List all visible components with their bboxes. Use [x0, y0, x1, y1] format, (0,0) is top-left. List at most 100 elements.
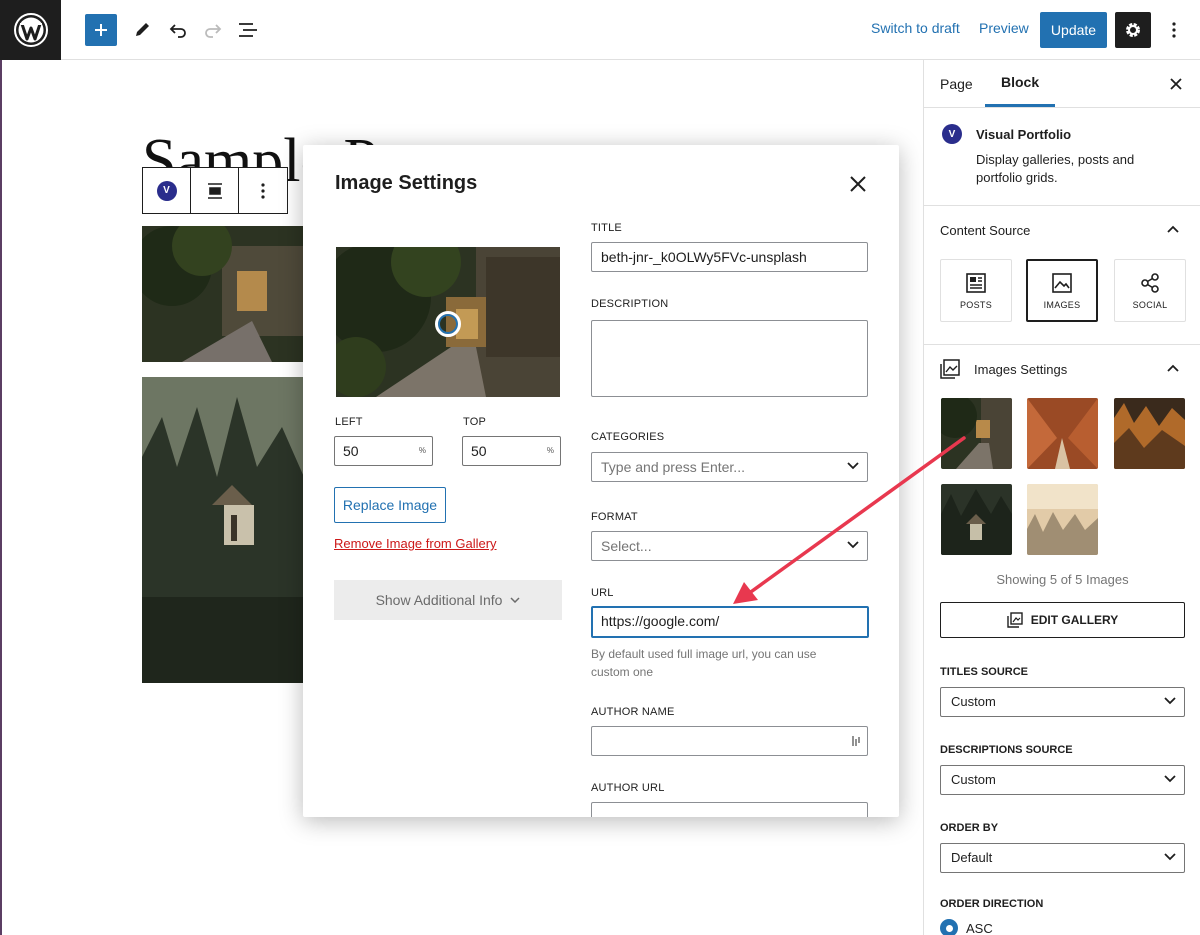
title-label: TITLE [591, 222, 622, 234]
undo-button[interactable] [162, 14, 194, 46]
categories-label: CATEGORIES [591, 431, 665, 443]
settings-sidebar: Page Block V Visual Portfolio Display ga… [923, 60, 1200, 935]
title-input[interactable]: beth-jnr-_k0OLWy5FVc-unsplash [591, 242, 868, 272]
chevron-down-icon [847, 541, 859, 549]
source-posts-button[interactable]: POSTS [940, 259, 1012, 322]
redo-button[interactable] [197, 14, 229, 46]
images-count-text: Showing 5 of 5 Images [996, 572, 1129, 587]
top-unit: % [546, 446, 554, 455]
show-additional-info-button[interactable]: Show Additional Info [334, 580, 562, 620]
focal-point-handle[interactable] [435, 311, 461, 337]
edit-gallery-label: EDIT GALLERY [1030, 613, 1119, 627]
chevron-up-icon[interactable] [1167, 364, 1179, 372]
descriptions-source-select[interactable]: Custom [940, 765, 1185, 795]
block-description: Display galleries, posts and portfolio g… [976, 152, 1135, 185]
gallery-thumb-1[interactable] [941, 398, 1012, 469]
images-icon [1052, 272, 1072, 293]
admin-edge [0, 60, 2, 935]
chevron-up-icon[interactable] [1167, 225, 1179, 233]
settings-button[interactable] [1115, 12, 1151, 48]
preview-link[interactable]: Preview [979, 20, 1029, 36]
edit-gallery-button[interactable]: EDIT GALLERY [940, 602, 1185, 638]
align-center-icon [207, 182, 222, 199]
close-modal-button[interactable] [843, 169, 873, 199]
block-options-button[interactable] [239, 168, 287, 213]
focal-point-picker[interactable] [336, 247, 560, 397]
divider [924, 344, 1200, 345]
options-button[interactable] [1158, 14, 1190, 46]
divider [924, 107, 1200, 108]
replace-image-button[interactable]: Replace Image [334, 487, 446, 523]
images-settings-icon [940, 359, 960, 379]
block-name: Visual Portfolio [976, 127, 1072, 142]
author-name-input[interactable] [591, 726, 868, 756]
url-label: URL [591, 587, 614, 599]
top-label: TOP [463, 416, 487, 428]
gallery-image-2[interactable] [142, 377, 304, 683]
description-label: DESCRIPTION [591, 298, 669, 310]
close-icon [1170, 78, 1182, 90]
format-value: Select... [601, 538, 652, 554]
source-posts-label: POSTS [959, 299, 992, 310]
titles-source-select[interactable]: Custom [940, 687, 1185, 717]
chevron-down-icon [847, 462, 859, 470]
order-by-label: ORDER BY [940, 822, 999, 834]
order-asc-label: ASC [966, 921, 993, 935]
images-settings-heading[interactable]: Images Settings [974, 362, 1067, 377]
wordpress-logo-icon[interactable] [0, 0, 61, 60]
gallery-thumb-2[interactable] [1027, 398, 1098, 469]
chevron-down-icon [1164, 853, 1176, 861]
url-help-text: By default used full image url, you can … [591, 647, 817, 679]
gallery-thumb-5[interactable] [1027, 484, 1098, 555]
top-input[interactable]: 50 % [462, 436, 561, 466]
source-images-label: IMAGES [1043, 299, 1081, 310]
redo-icon [205, 24, 222, 38]
block-type-button[interactable]: V [143, 168, 191, 213]
close-sidebar-button[interactable] [1164, 72, 1188, 96]
undo-icon [169, 24, 186, 38]
description-textarea[interactable] [591, 320, 868, 397]
left-unit: % [418, 446, 426, 455]
switch-to-draft-link[interactable]: Switch to draft [871, 20, 960, 36]
posts-icon [966, 272, 986, 293]
titles-source-value: Custom [951, 694, 996, 709]
top-toolbar: Switch to draft Preview Update [0, 0, 1200, 60]
visual-portfolio-icon: V [156, 180, 177, 201]
gallery-icon [1007, 612, 1023, 628]
gear-icon [1126, 23, 1140, 37]
order-by-select[interactable]: Default [940, 843, 1185, 873]
order-asc-radio[interactable] [940, 919, 958, 935]
gallery-image-1[interactable] [142, 226, 304, 362]
content-source-heading[interactable]: Content Source [940, 223, 1030, 238]
gallery-thumb-3[interactable] [1114, 398, 1185, 469]
align-button[interactable] [191, 168, 239, 213]
author-url-label: AUTHOR URL [591, 782, 665, 794]
format-select[interactable]: Select... [591, 531, 868, 561]
source-social-label: SOCIAL [1132, 299, 1168, 310]
divider [924, 205, 1200, 206]
categories-placeholder: Type and press Enter... [601, 459, 745, 475]
source-social-button[interactable]: SOCIAL [1114, 259, 1186, 322]
left-input[interactable]: 50 % [334, 436, 433, 466]
tab-page[interactable]: Page [940, 60, 973, 107]
update-button[interactable]: Update [1040, 12, 1107, 48]
block-toolbar: V [142, 167, 288, 214]
more-vertical-icon [261, 182, 265, 199]
url-input[interactable]: https://google.com/ [591, 606, 869, 638]
pencil-icon [136, 23, 149, 36]
order-direction-label: ORDER DIRECTION [940, 898, 1044, 910]
password-manager-icon[interactable] [851, 734, 861, 748]
plus-icon [95, 24, 107, 36]
tab-block[interactable]: Block [985, 60, 1056, 107]
image-settings-modal: Image Settings LEFT 50 % TOP 50 % Replac… [303, 145, 899, 817]
remove-image-link[interactable]: Remove Image from Gallery [334, 536, 497, 551]
gallery-thumb-4[interactable] [941, 484, 1012, 555]
top-value: 50 [471, 443, 487, 459]
add-block-button[interactable] [85, 14, 117, 46]
categories-input[interactable]: Type and press Enter... [591, 452, 868, 482]
author-url-input[interactable] [591, 802, 868, 817]
source-images-button[interactable]: IMAGES [1026, 259, 1098, 322]
chevron-down-icon [1164, 775, 1176, 783]
tools-button[interactable] [126, 14, 158, 46]
document-overview-button[interactable] [232, 14, 264, 46]
